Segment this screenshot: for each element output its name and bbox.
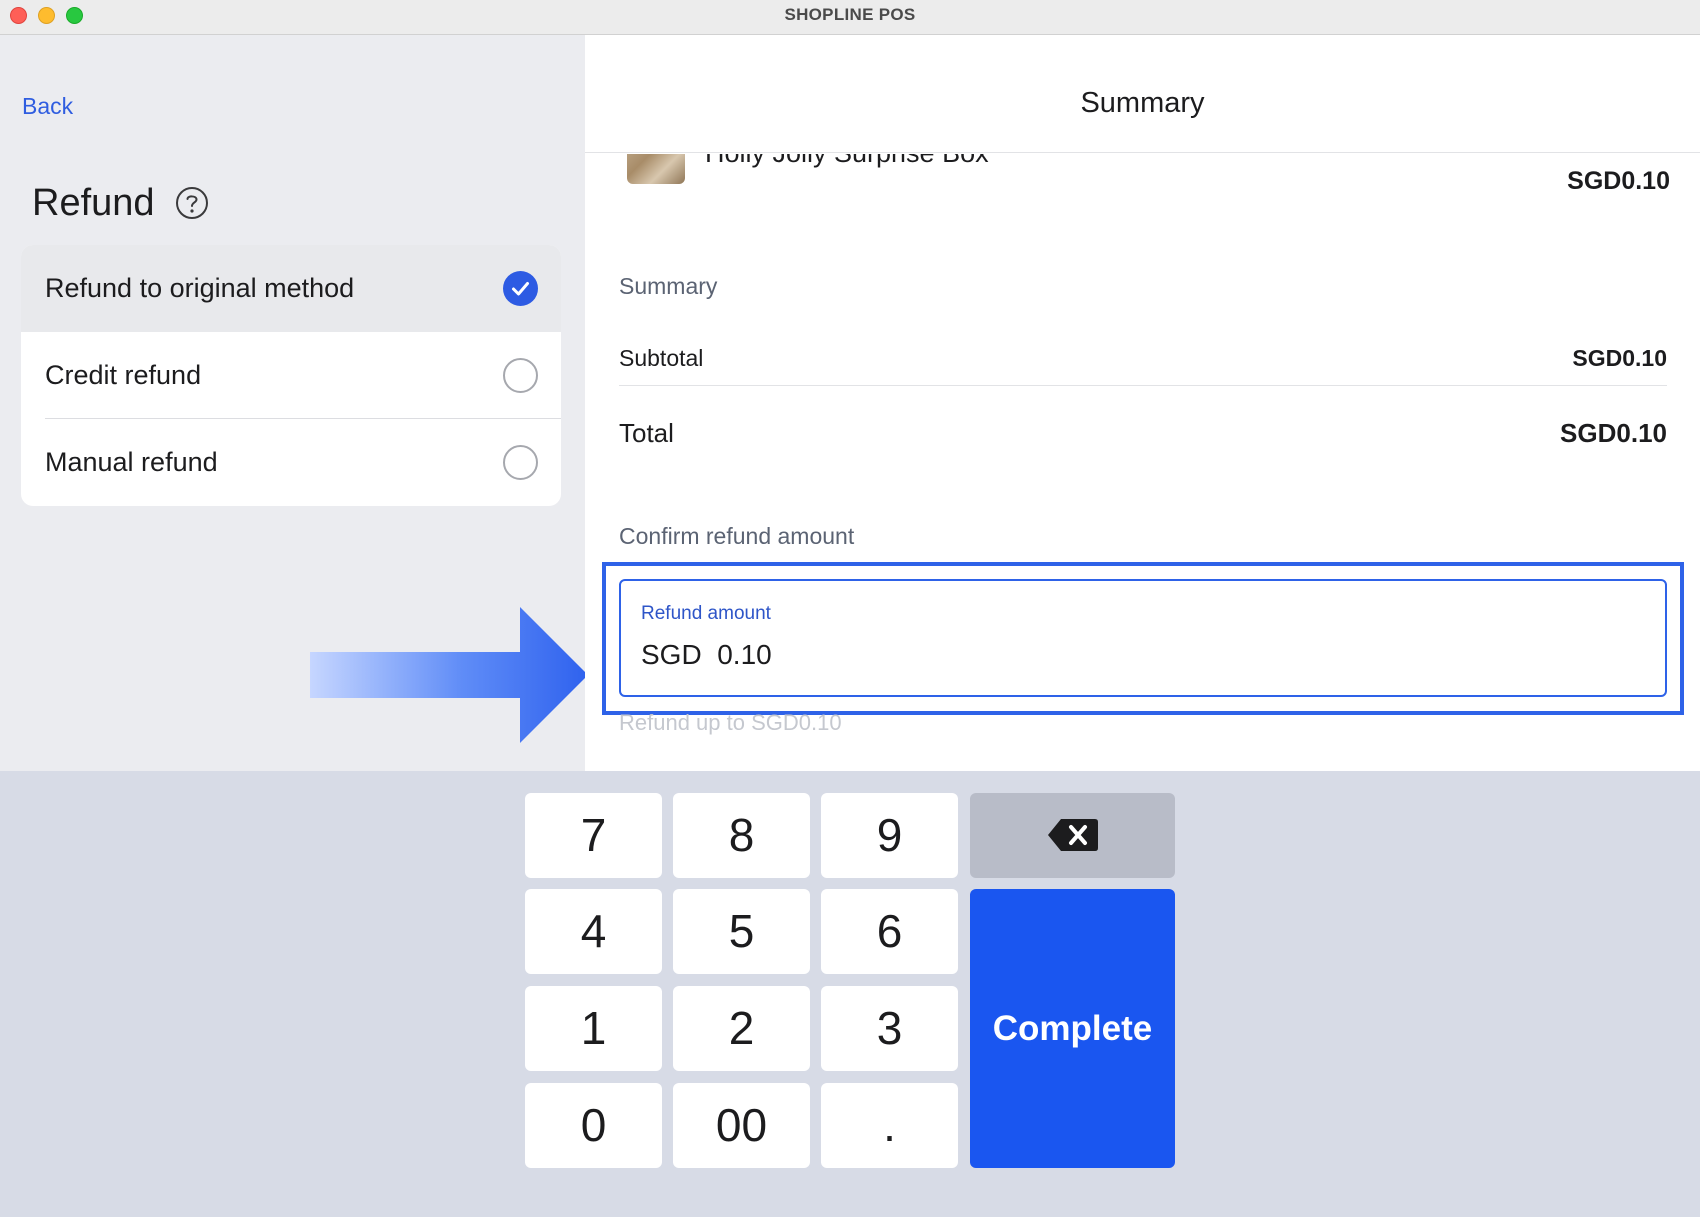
- header-title: Summary: [1080, 87, 1205, 119]
- refund-option-original-method[interactable]: Refund to original method: [21, 245, 561, 332]
- product-row: Holly Jolly Surprise Box SGD0.10: [585, 154, 1700, 224]
- numeric-keypad: 7 8 9 4 5 6 1 2 3 0 00 . Complete: [0, 771, 1700, 1217]
- radio-unchecked-icon: [503, 358, 538, 393]
- confirm-refund-label: Confirm refund amount: [619, 523, 855, 549]
- key-1[interactable]: 1: [525, 986, 662, 1071]
- radio-unchecked-icon: [503, 445, 538, 480]
- key-4[interactable]: 4: [525, 889, 662, 974]
- key-0[interactable]: 0: [525, 1083, 662, 1168]
- refund-amount-input[interactable]: Refund amount SGD 0.10: [619, 579, 1667, 697]
- refund-option-label: Refund to original method: [45, 273, 355, 303]
- refund-limit-hint: Refund up to SGD0.10: [619, 710, 842, 735]
- key-6[interactable]: 6: [821, 889, 958, 974]
- refund-option-credit[interactable]: Credit refund: [21, 332, 561, 419]
- window-titlebar: SHOPLINE POS: [0, 0, 1700, 35]
- refund-option-label: Credit refund: [45, 360, 202, 390]
- backspace-button[interactable]: [970, 793, 1175, 878]
- subtotal-value: SGD0.10: [1572, 345, 1667, 371]
- total-value: SGD0.10: [1560, 418, 1667, 448]
- refund-method-panel: Back Refund Refund to original method Cr…: [0, 35, 588, 771]
- key-7[interactable]: 7: [525, 793, 662, 878]
- refund-option-manual[interactable]: Manual refund: [21, 419, 561, 506]
- summary-panel: Summary Holly Jolly Surprise Box SGD0.10…: [585, 35, 1700, 771]
- product-image: [627, 154, 685, 184]
- checkmark-icon: [503, 271, 538, 306]
- summary-section-label: Summary: [619, 273, 718, 299]
- back-button[interactable]: Back: [22, 93, 73, 120]
- refund-amount-value: SGD 0.10: [641, 639, 772, 670]
- complete-button[interactable]: Complete: [970, 889, 1175, 1168]
- refund-amount-label: Refund amount: [641, 603, 771, 624]
- key-5[interactable]: 5: [673, 889, 810, 974]
- refund-options-list: Refund to original method Credit refund …: [21, 245, 561, 506]
- key-8[interactable]: 8: [673, 793, 810, 878]
- window-title: SHOPLINE POS: [784, 5, 916, 24]
- refund-option-label: Manual refund: [45, 447, 218, 477]
- key-9[interactable]: 9: [821, 793, 958, 878]
- product-name: Holly Jolly Surprise Box: [705, 154, 989, 169]
- key-00[interactable]: 00: [673, 1083, 810, 1168]
- help-icon[interactable]: [175, 186, 209, 220]
- key-3[interactable]: 3: [821, 986, 958, 1071]
- product-price: SGD0.10: [1567, 167, 1670, 195]
- total-label: Total: [619, 418, 674, 448]
- key-decimal[interactable]: .: [821, 1083, 958, 1168]
- page-title: Refund: [32, 182, 155, 224]
- backspace-icon: [1048, 819, 1098, 851]
- divider: [619, 385, 1667, 386]
- arrow-right-icon: [310, 607, 588, 743]
- subtotal-label: Subtotal: [619, 345, 704, 371]
- key-2[interactable]: 2: [673, 986, 810, 1071]
- summary-header: Summary: [585, 35, 1700, 153]
